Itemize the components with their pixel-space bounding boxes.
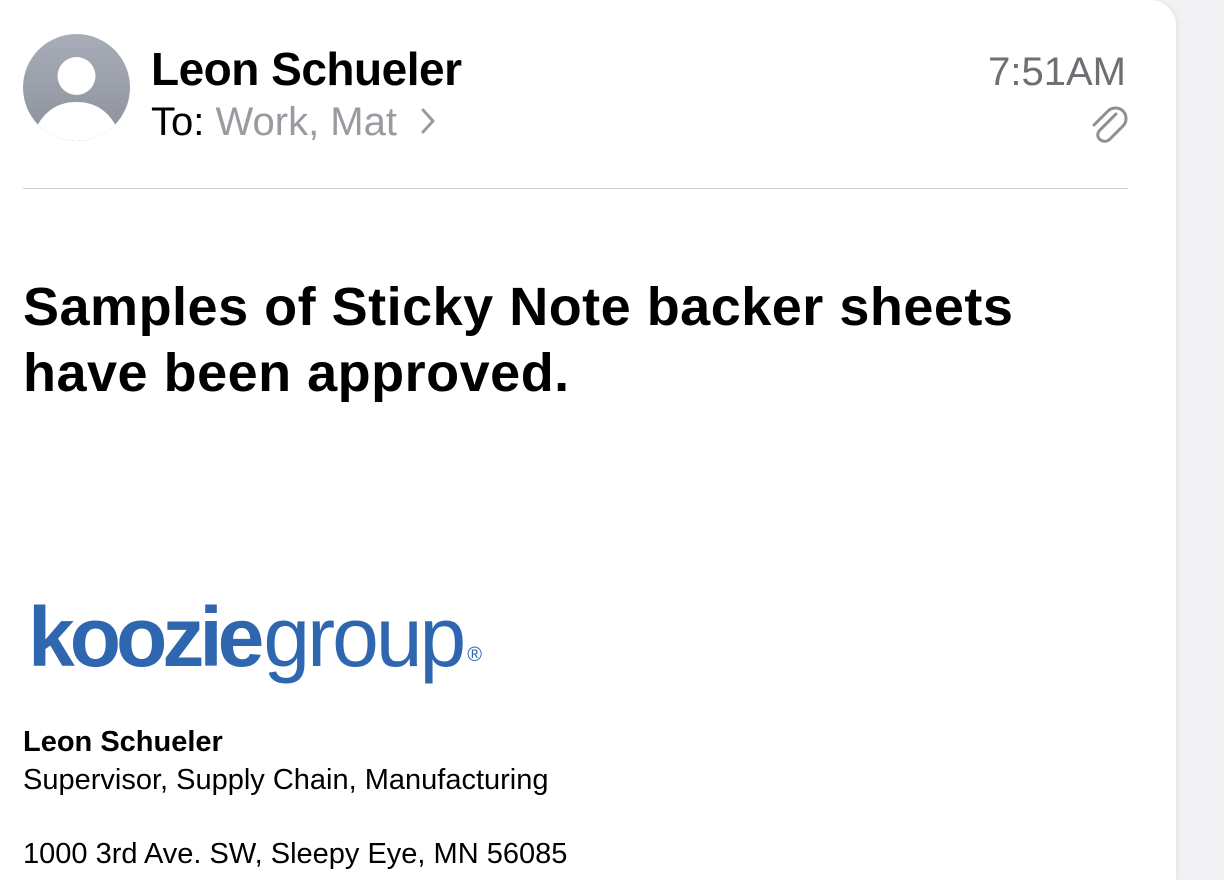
recipients-list[interactable]: Work, Mat xyxy=(215,100,397,144)
logo-light-text: group xyxy=(263,590,466,684)
logo-bold-text: koozie xyxy=(28,590,264,684)
header-divider xyxy=(23,188,1128,189)
message-subject: Samples of Sticky Note backer sheets hav… xyxy=(23,277,1014,403)
signature-title: Supervisor, Supply Chain, Manufacturing xyxy=(23,764,549,796)
signature-name: Leon Schueler xyxy=(23,726,223,758)
recipients-line[interactable]: To: Work, Mat xyxy=(151,98,436,146)
signature-address: 1000 3rd Ave. SW, Sleepy Eye, MN 56085 xyxy=(23,838,568,870)
paperclip-icon[interactable] xyxy=(1086,100,1128,144)
message-time: 7:51AM xyxy=(988,50,1126,94)
person-avatar-icon xyxy=(37,57,116,141)
company-logo: kooziegroup ® xyxy=(28,592,482,707)
chevron-right-icon[interactable] xyxy=(420,107,436,135)
email-view: Leon Schueler To: Work, Mat 7:51AM Sampl… xyxy=(0,0,1176,880)
logo-registered-mark: ® xyxy=(467,644,482,666)
sender-name[interactable]: Leon Schueler xyxy=(151,42,462,96)
to-label: To: xyxy=(151,100,205,144)
sender-avatar[interactable] xyxy=(23,34,130,141)
